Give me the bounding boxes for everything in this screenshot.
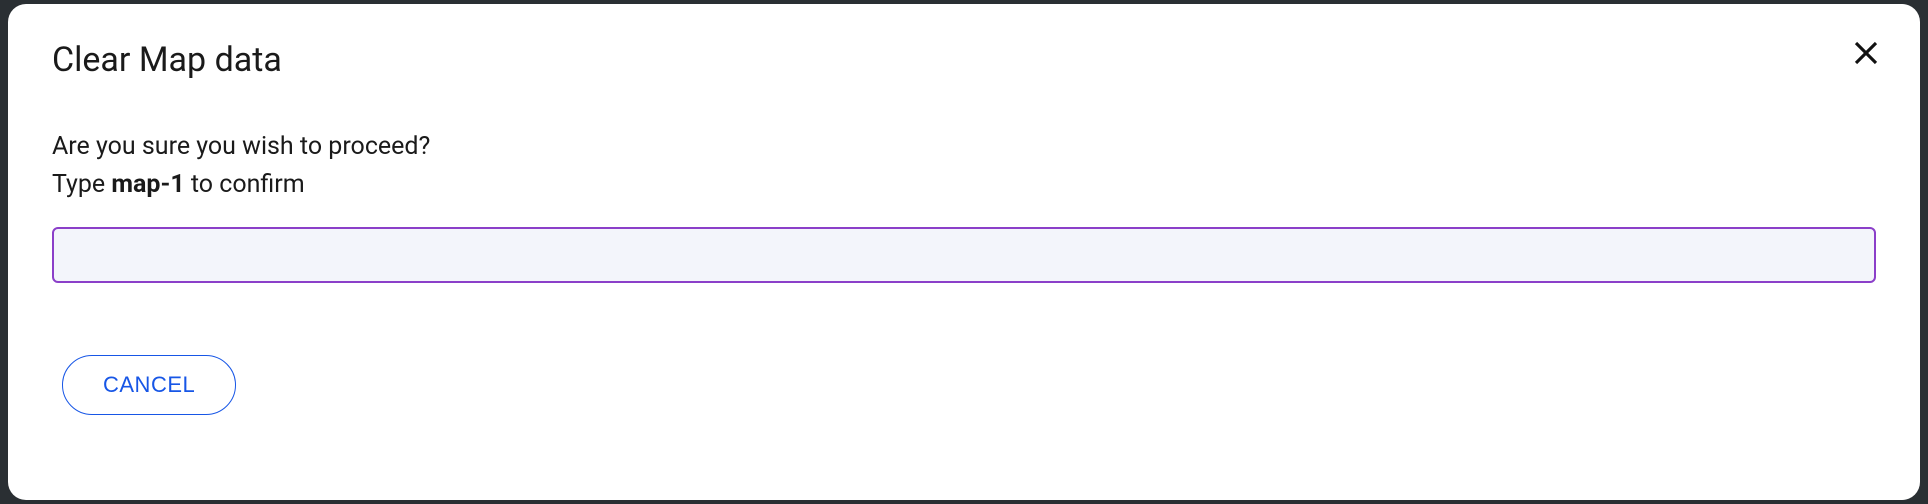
confirmation-instruction: Type map-1 to confirm — [52, 166, 1876, 204]
modal-title: Clear Map data — [52, 40, 1876, 80]
modal-actions: CANCEL — [62, 355, 1876, 415]
type-prefix: Type — [52, 170, 111, 199]
confirmation-key: map-1 — [111, 170, 184, 199]
confirmation-question: Are you sure you wish to proceed? — [52, 128, 1876, 166]
cancel-button[interactable]: CANCEL — [62, 355, 236, 415]
input-wrapper — [52, 227, 1876, 283]
confirmation-input[interactable] — [52, 227, 1876, 283]
type-suffix: to confirm — [185, 170, 305, 199]
clear-map-data-modal: Clear Map data Are you sure you wish to … — [8, 4, 1920, 500]
close-button[interactable] — [1844, 32, 1888, 76]
close-icon — [1851, 38, 1881, 71]
